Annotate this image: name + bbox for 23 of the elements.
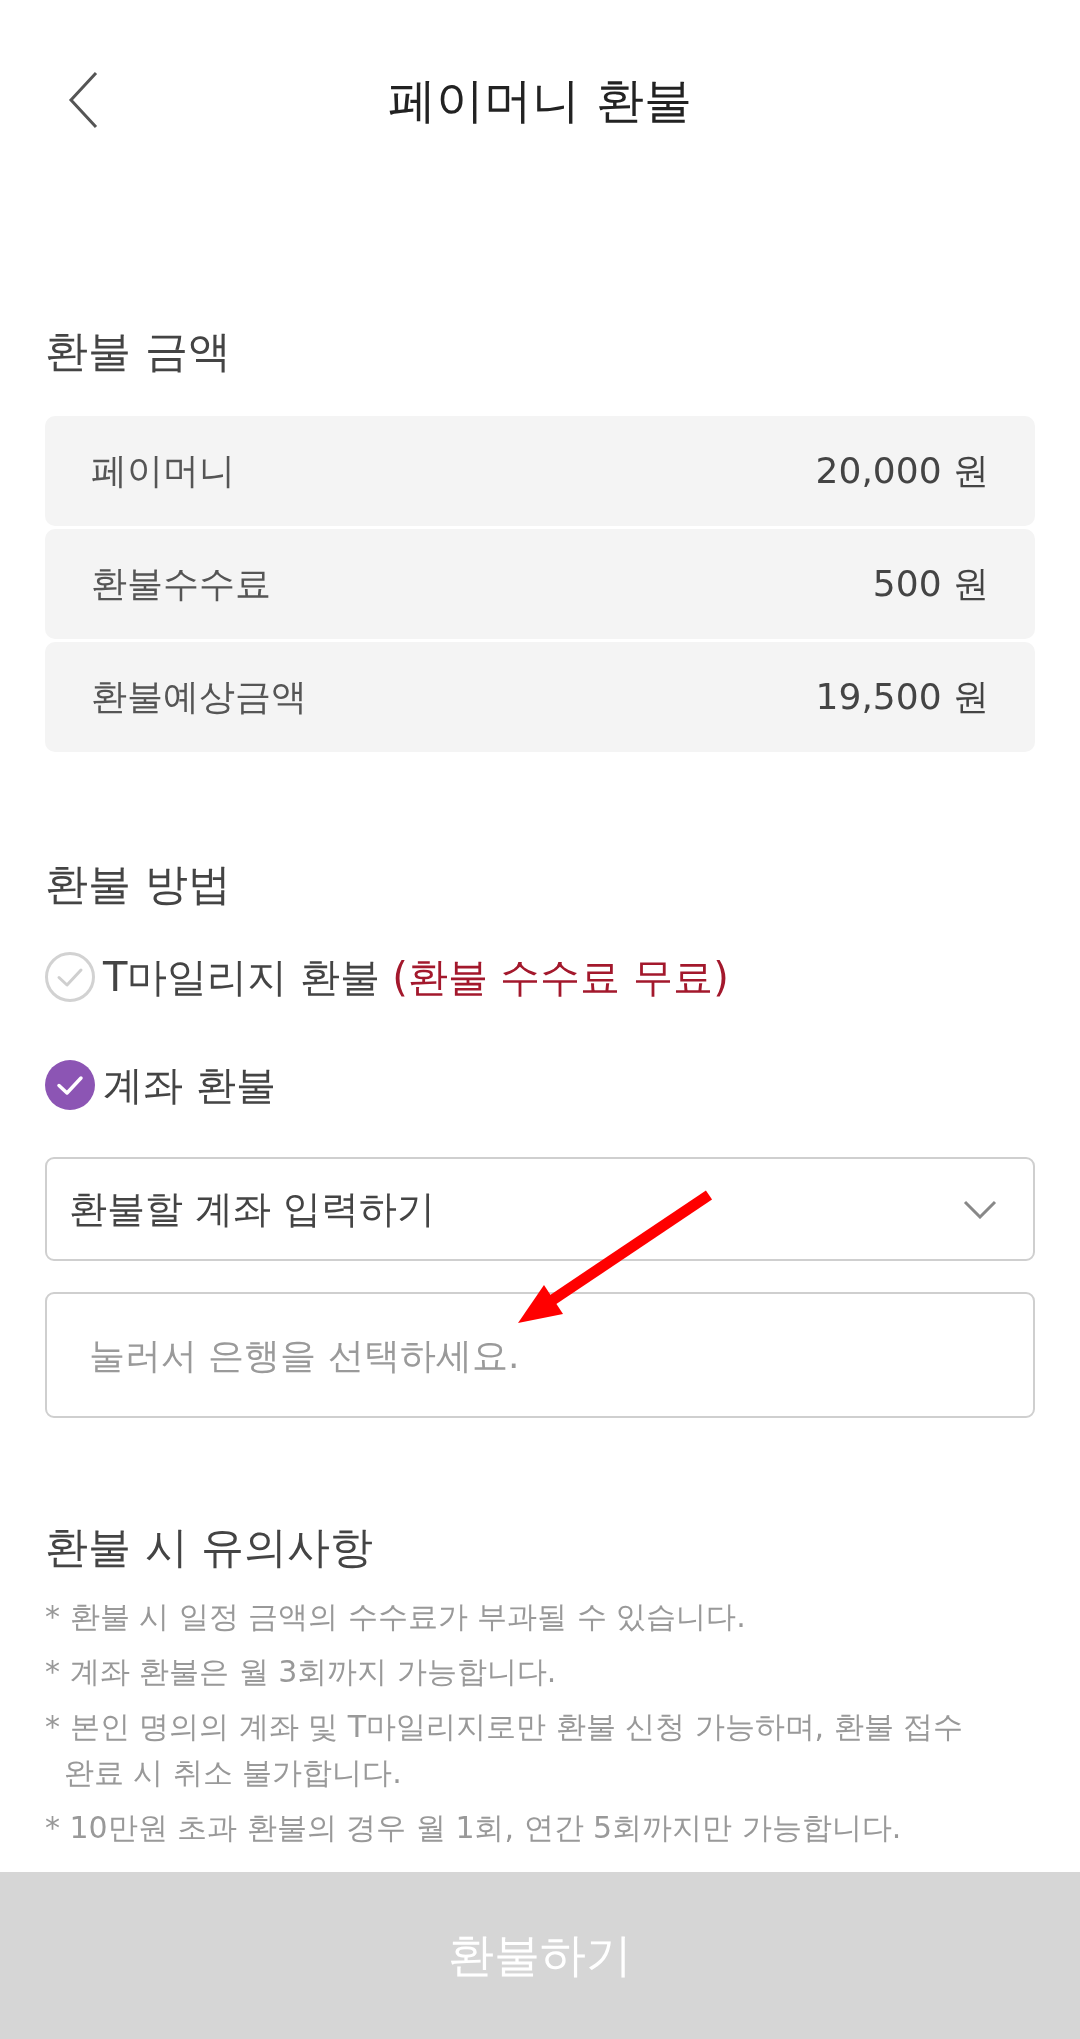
section-title: 환불 방법 xyxy=(45,858,231,910)
notice-text: * 본인 명의의 계좌 및 T마일리지로만 환불 신청 가능하며, 환불 접수 완료 시 취소 불가합니다. xyxy=(45,1708,965,1792)
notice-text: * 10만원 초과 환불의 경우 월 1회, 연간 5회까지만 가능합니다. xyxy=(45,1809,903,1847)
check-circle-icon[interactable] xyxy=(45,1060,95,1110)
option-label: 계좌 환불 xyxy=(103,1060,276,1110)
section-title: 환불 금액 xyxy=(45,325,231,377)
notice-text: * 환불 시 일정 금액의 수수료가 부과될 수 있습니다. xyxy=(45,1598,747,1636)
amount-value: 19,500 원 xyxy=(815,674,989,719)
bank-field[interactable]: 눌러서 은행을 선택하세요. xyxy=(45,1292,1035,1418)
option-label: T마일리지 환불 xyxy=(103,952,381,1002)
amount-value: 500 원 xyxy=(872,561,989,606)
back-icon[interactable] xyxy=(68,71,98,129)
check-circle-icon[interactable] xyxy=(45,952,95,1002)
account-select[interactable]: 환불할 계좌 입력하기 xyxy=(45,1157,1035,1261)
fee-note: (환불 수수료 무료) xyxy=(392,952,729,1002)
notice-text: * 계좌 환불은 월 3회까지 가능합니다. xyxy=(45,1653,558,1691)
amount-label: 페이머니 xyxy=(91,448,235,493)
chevron-down-icon xyxy=(963,1199,997,1219)
amount-label: 환불예상금액 xyxy=(91,674,307,719)
amount-value: 20,000 원 xyxy=(815,448,989,493)
section-title: 환불 시 유의사항 xyxy=(45,1521,374,1573)
page-title: 페이머니 환불 xyxy=(388,71,692,130)
amount-label: 환불수수료 xyxy=(91,561,271,606)
